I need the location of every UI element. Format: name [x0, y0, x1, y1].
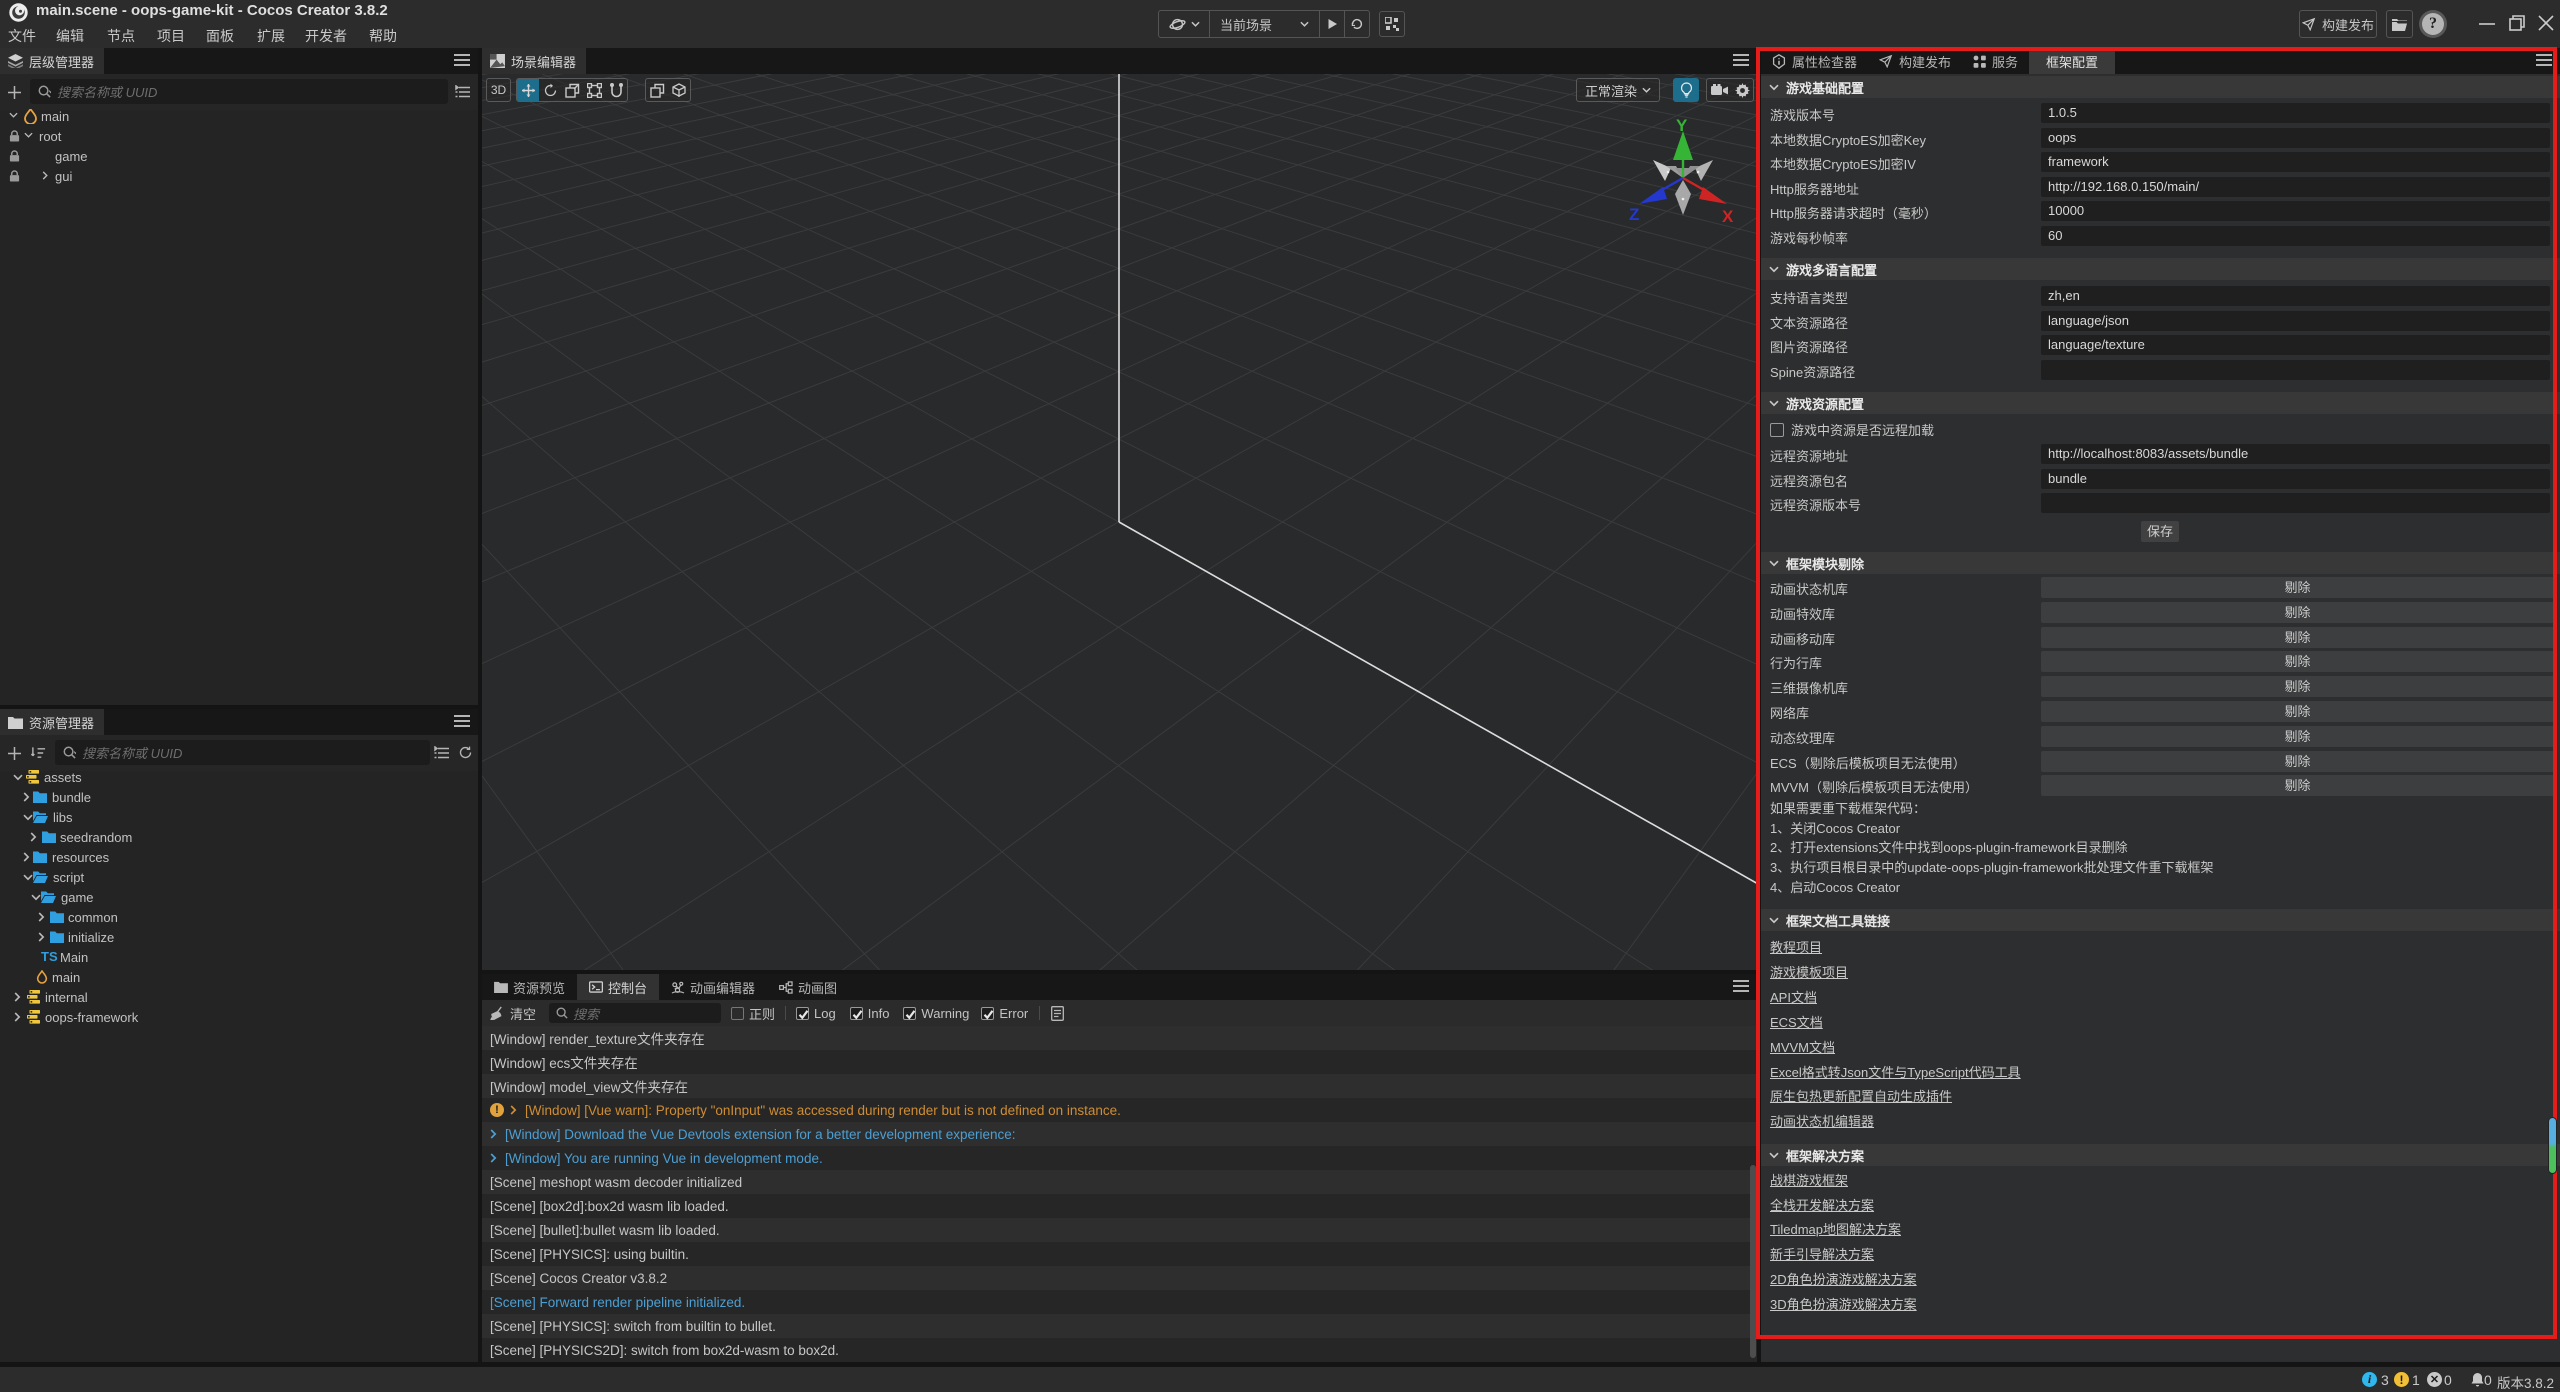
svg-text:Z: Z — [1629, 205, 1639, 224]
svg-text:Y: Y — [1676, 116, 1688, 135]
svg-text:X: X — [1722, 207, 1734, 226]
